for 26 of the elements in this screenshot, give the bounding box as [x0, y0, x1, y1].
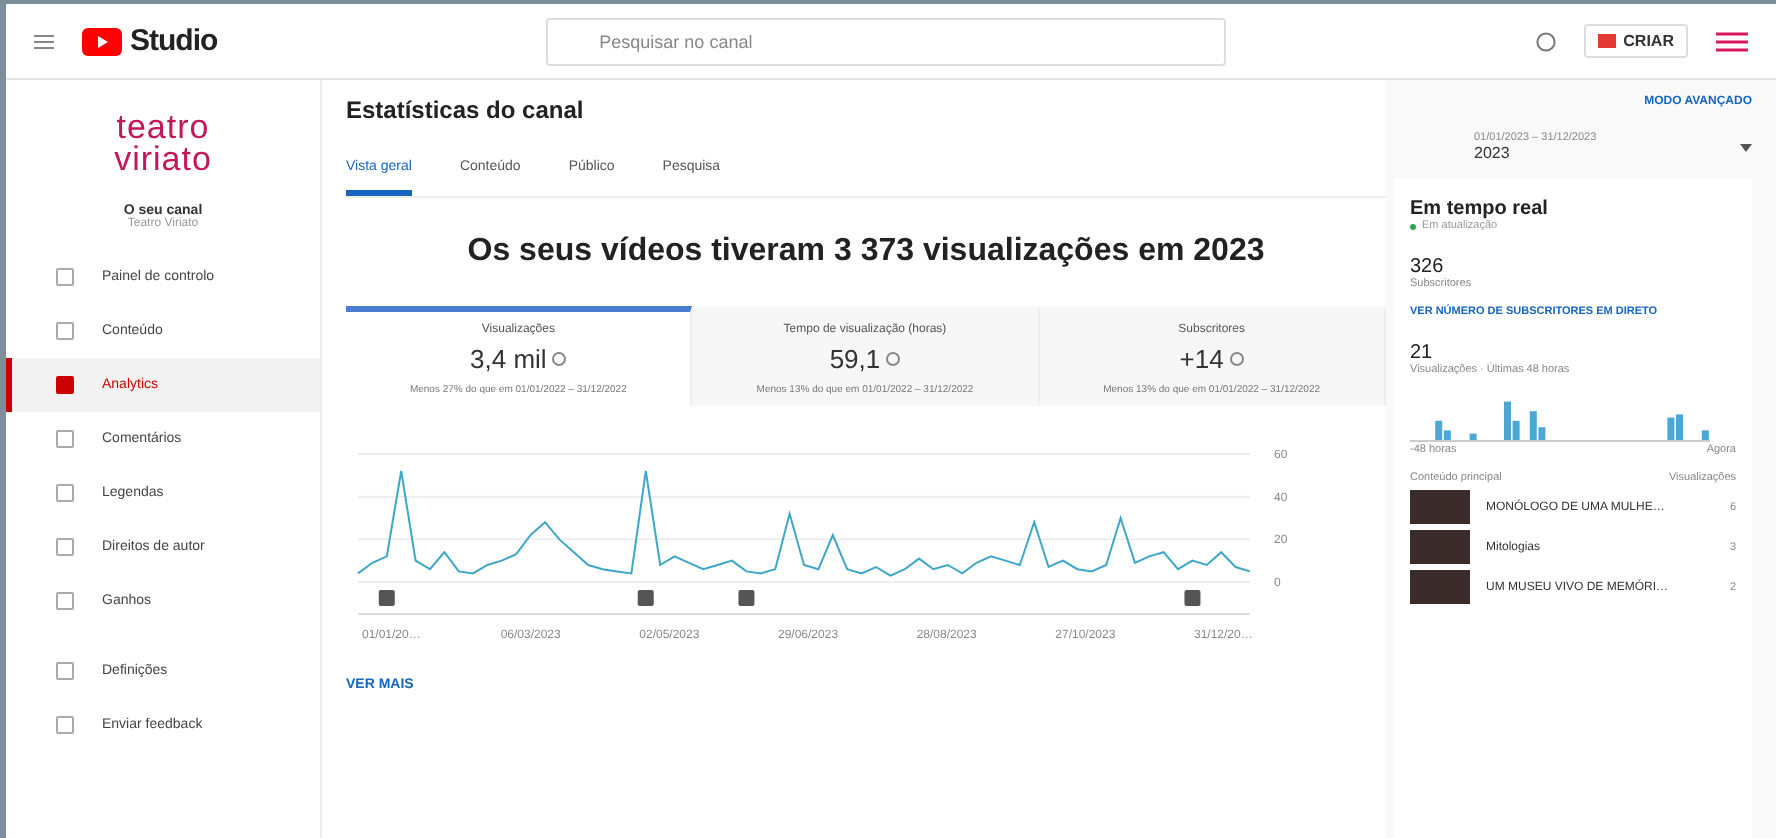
create-button[interactable]: CRIAR: [1583, 24, 1688, 58]
info-icon[interactable]: [1229, 352, 1244, 366]
help-icon[interactable]: [1535, 31, 1556, 51]
subscriber-count: 326: [1410, 256, 1446, 278]
search-field[interactable]: Pesquisar no canal: [545, 17, 1226, 65]
video-marker-icon[interactable]: [378, 590, 395, 606]
metric-value: 59,1: [829, 344, 901, 374]
metric-value: +14: [1179, 344, 1244, 374]
menu-icon[interactable]: [34, 33, 54, 49]
info-icon[interactable]: [552, 352, 567, 366]
panel-title: Em tempo real: [1410, 198, 1550, 220]
video-thumbnail[interactable]: [1410, 490, 1470, 524]
video-thumbnail[interactable]: [1410, 570, 1470, 604]
dropdown-caret-icon: [1740, 143, 1752, 151]
video-marker-icon[interactable]: [637, 590, 654, 606]
headline: Os seus vídeos tiveram 3 373 visualizações em 2023: [465, 234, 1267, 270]
page-title: Estatísticas do canal: [346, 96, 586, 124]
info-icon[interactable]: [886, 352, 901, 366]
views-count: 21: [1410, 342, 1435, 364]
video-marker-icon[interactable]: [738, 590, 755, 606]
video-marker-icon[interactable]: [1184, 590, 1201, 606]
play-logo-icon: [82, 27, 122, 55]
metric-value: 3,4 mil: [470, 344, 567, 374]
channel-logo: teatro viriato: [112, 112, 214, 176]
video-thumbnail[interactable]: [1410, 530, 1470, 564]
studio-logo: Studio: [130, 24, 218, 58]
